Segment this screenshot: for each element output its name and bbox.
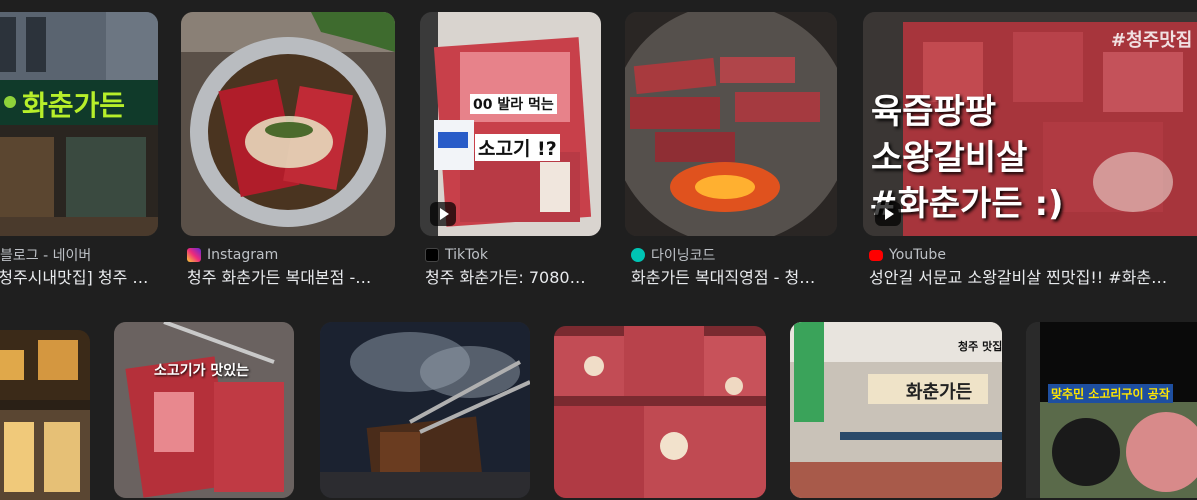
result-source: Instagram [187,246,278,264]
result-source: 블로그 - 네이버 [0,246,91,264]
video-play-icon [875,202,901,226]
result-thumbnail[interactable]: 00 발라 먹는 소고기 !? [420,12,601,236]
result-thumbnail[interactable] [181,12,395,236]
result-source-label: 블로그 - 네이버 [0,248,92,264]
result-card-youtube[interactable]: 육즙팡팡 소왕갈비살 #화춘가든 :) #청주맛집 YouTube 성안길 서문… [863,0,1197,300]
thumbnail-overlay-text: 소왕갈비살 [871,138,1028,178]
result-source: TikTok [425,246,488,264]
result-card-diningcode[interactable]: 다이닝코드 화춘가든 복대직영점 - 청… [625,0,843,300]
result-source-label: 다이닝코드 [651,248,716,264]
result-source-label: Instagram [207,247,279,263]
result-thumbnail-storefront-night[interactable] [0,330,90,500]
thumbnail-overlay-text: 소고기가 맛있는 [154,363,250,379]
result-thumbnail[interactable] [625,12,837,236]
thumbnail-overlay-text: 육즙팡팡 [871,92,997,132]
result-title-link[interactable]: 청주 화춘가든: 7080… [425,267,605,289]
result-title-link[interactable]: 청주 화춘가든 복대본점 -… [187,267,395,289]
thumbnail-overlay-text: 00 발라 먹는 [470,94,557,114]
result-title-link[interactable]: [청주시내맛집] 청주 … [0,267,156,289]
thumbnail-overlay-text: 맞추민 소고리구이 공작 [1048,384,1173,403]
result-thumbnail-storefront-day[interactable]: 화춘가든 청주 맛집 [790,322,1002,498]
result-card-instagram[interactable]: Instagram 청주 화춘가든 복대본점 -… [181,0,401,300]
result-thumbnail-smoky-grill[interactable] [320,322,530,498]
thumbnail-overlay-text: 소고기 !? [475,134,560,161]
youtube-icon [869,250,883,261]
result-thumbnail-tv-capture[interactable]: 맞추민 소고리구이 공작 [1026,322,1197,498]
instagram-icon [187,248,201,262]
thumbnail-corner-tag: #청주맛집 [1111,30,1193,51]
result-thumbnail-raw-beef-platter[interactable] [554,326,766,498]
result-source: 다이닝코드 [631,246,715,264]
result-source-label: TikTok [445,247,488,263]
result-source: YouTube [869,246,946,264]
result-thumbnail[interactable]: 육즙팡팡 소왕갈비살 #화춘가든 :) #청주맛집 [863,12,1197,236]
diningcode-icon [631,248,645,262]
video-play-icon [430,202,456,226]
thumbnail-overlay-text: 화춘가든 [906,382,973,403]
thumbnail-corner-tag: 청주 맛집 [958,340,1002,353]
result-source-label: YouTube [889,247,946,263]
result-thumbnail-grilled-meat[interactable]: 소고기가 맛있는 [114,322,294,498]
sign-text: 화춘가든 [22,89,126,122]
result-card-naver-blog[interactable]: 화춘가든 블로그 - 네이버 [청주시내맛집] 청주 … [0,0,160,300]
result-title-link[interactable]: 화춘가든 복대직영점 - 청… [631,267,835,289]
result-thumbnail[interactable]: 화춘가든 [0,12,158,236]
tiktok-icon [425,248,439,262]
result-title-link[interactable]: 성안길 서문교 소왕갈비살 찐맛집!! #화춘… [869,267,1195,289]
result-card-tiktok[interactable]: 00 발라 먹는 소고기 !? TikTok 청주 화춘가든: 7080… [420,0,605,300]
